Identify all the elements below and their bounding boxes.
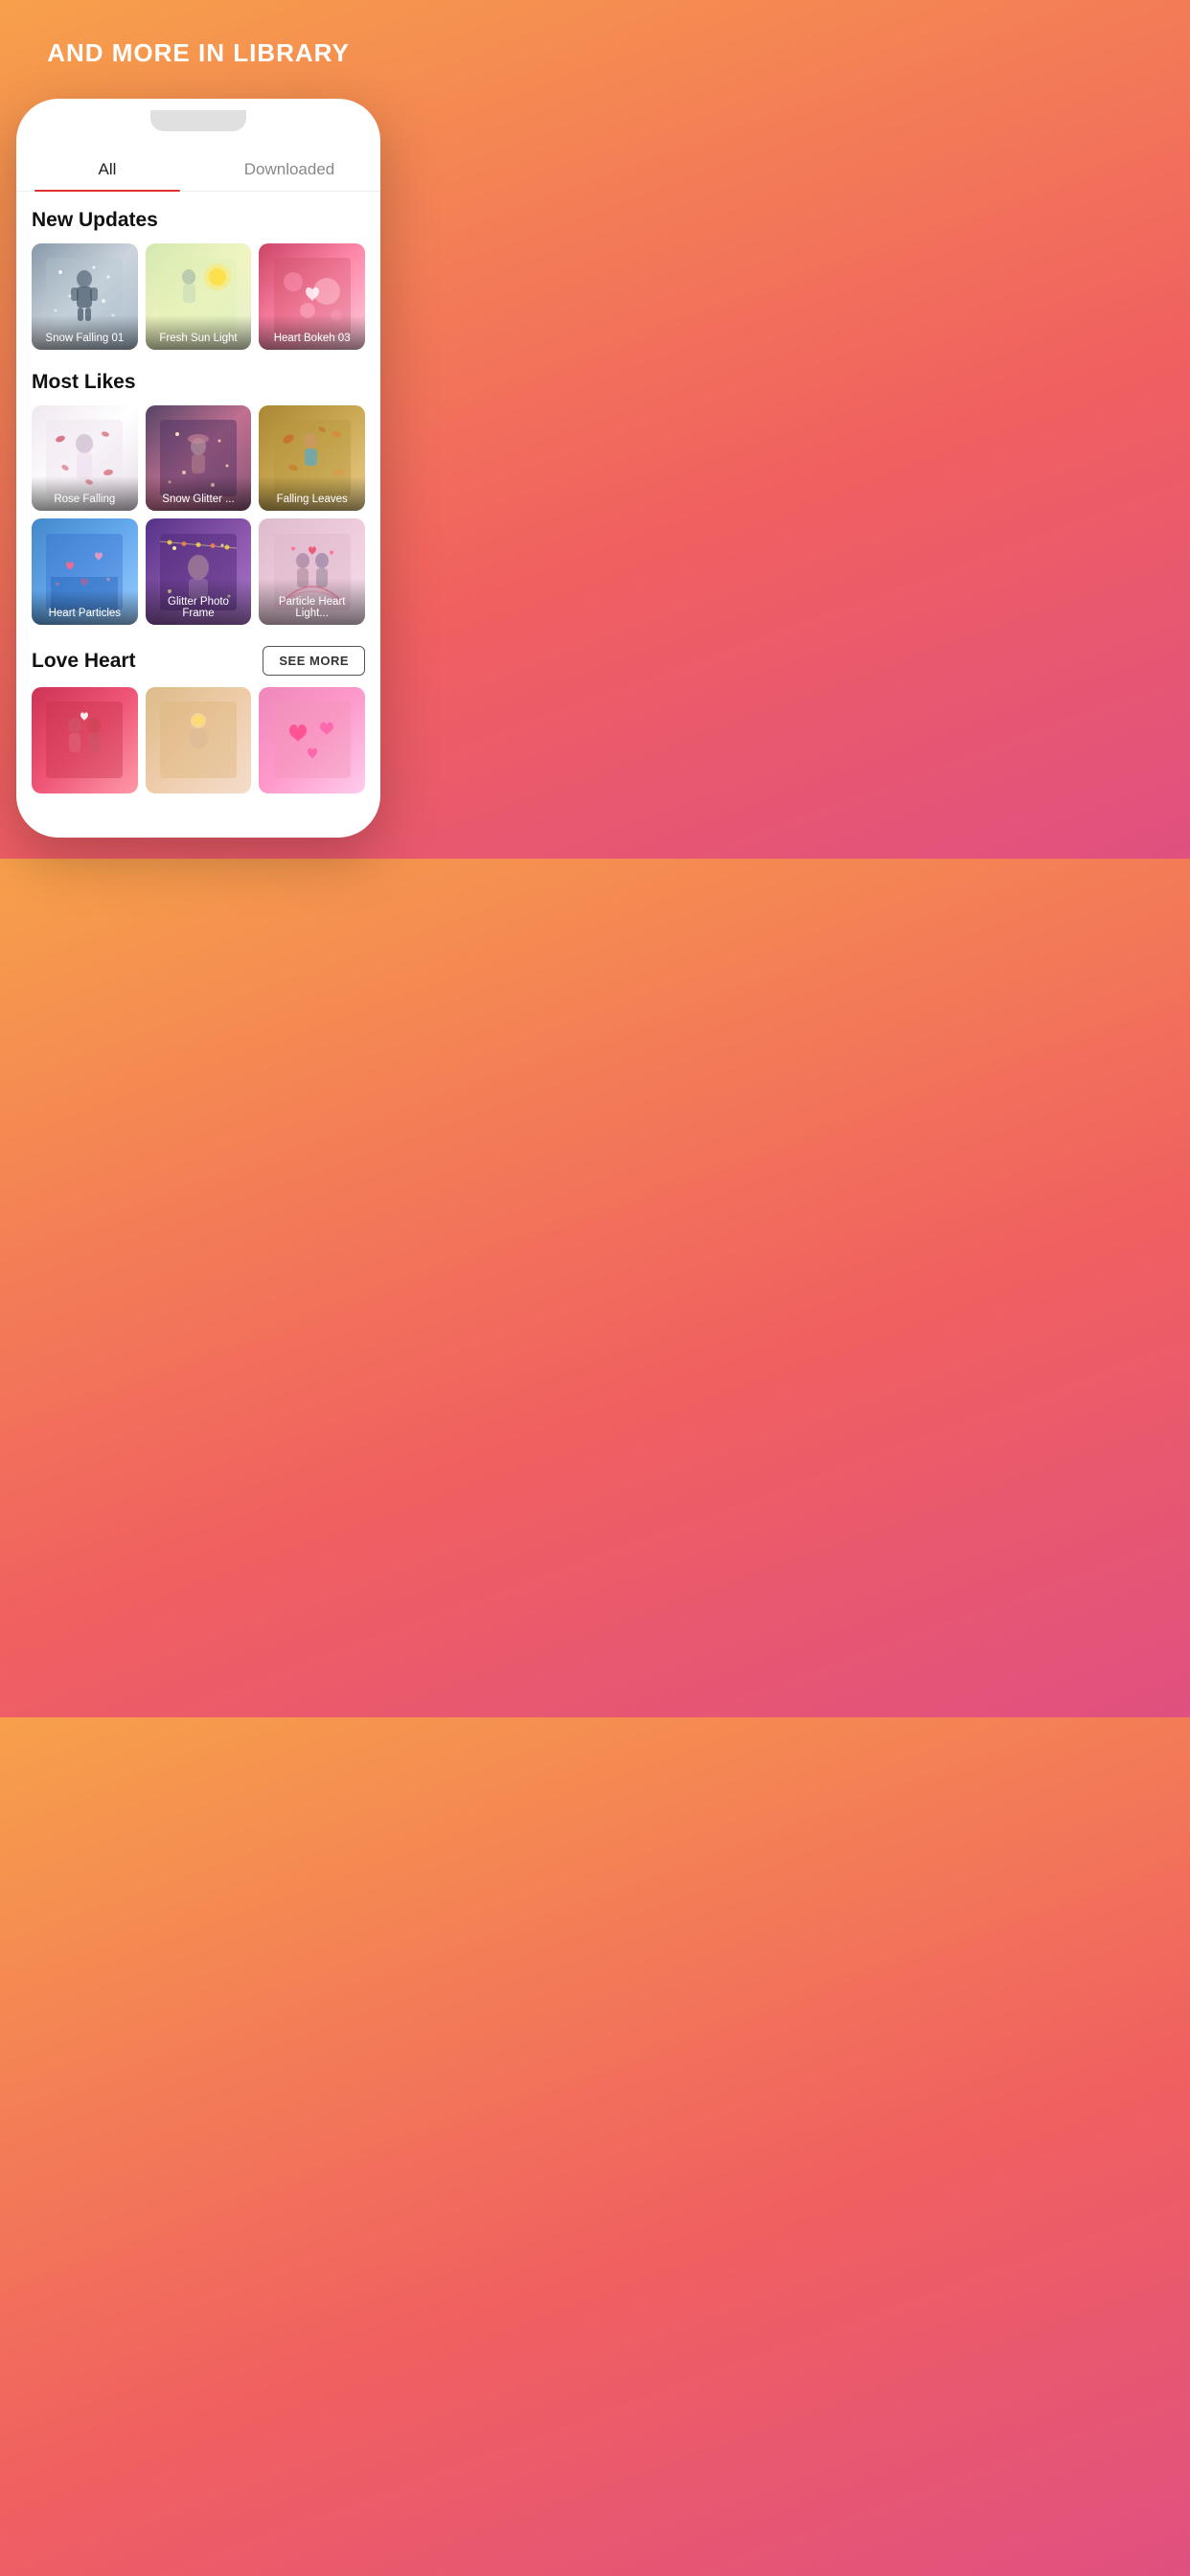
love-heart-title: Love Heart	[32, 650, 136, 673]
tab-downloaded[interactable]: Downloaded	[198, 147, 380, 191]
card-falling-leaves[interactable]: Falling Leaves	[259, 405, 365, 512]
card-glitter-photo-frame-label: Glitter Photo Frame	[146, 579, 252, 625]
tab-all[interactable]: All	[16, 147, 198, 191]
card-particle-heart-light[interactable]: Particle Heart Light...	[259, 518, 365, 625]
card-love-heart-2[interactable]	[146, 687, 252, 794]
card-fresh-sun-light[interactable]: Fresh Sun Light	[146, 243, 252, 350]
card-glitter-photo-frame[interactable]: Glitter Photo Frame	[146, 518, 252, 625]
card-snow-falling-01[interactable]: Snow Falling 01	[32, 243, 138, 350]
page-title: AND MORE IN LIBRARY	[28, 38, 369, 68]
card-love-heart-1[interactable]	[32, 687, 138, 794]
card-love-heart-1-figure	[32, 687, 138, 794]
most-likes-header: Most Likes	[32, 371, 365, 394]
card-love-heart-3[interactable]	[259, 687, 365, 794]
tab-bar: All Downloaded	[16, 147, 380, 192]
card-rose-falling[interactable]: Rose Falling	[32, 405, 138, 512]
love-heart-header: Love Heart SEE MORE	[32, 646, 365, 676]
card-fresh-sun-light-label: Fresh Sun Light	[146, 315, 252, 350]
most-likes-section: Most Likes	[32, 371, 365, 625]
card-snow-glitter-label: Snow Glitter ...	[146, 476, 252, 511]
notch-area	[16, 99, 380, 131]
new-updates-section: New Updates	[32, 209, 365, 350]
card-snow-falling-01-label: Snow Falling 01	[32, 315, 138, 350]
new-updates-header: New Updates	[32, 209, 365, 232]
card-heart-bokeh-03[interactable]: Heart Bokeh 03	[259, 243, 365, 350]
most-likes-grid: Rose Falling	[32, 405, 365, 625]
card-snow-glitter[interactable]: Snow Glitter ...	[146, 405, 252, 512]
most-likes-title: Most Likes	[32, 371, 136, 394]
phone-frame: All Downloaded New Updates	[16, 99, 380, 838]
card-falling-leaves-label: Falling Leaves	[259, 476, 365, 511]
card-love-heart-2-figure	[146, 687, 252, 794]
new-updates-grid: Snow Falling 01 Fr	[32, 243, 365, 350]
card-heart-particles-label: Heart Particles	[32, 590, 138, 625]
love-heart-grid	[32, 687, 365, 794]
love-heart-section: Love Heart SEE MORE	[32, 646, 365, 794]
card-particle-heart-light-label: Particle Heart Light...	[259, 579, 365, 625]
new-updates-title: New Updates	[32, 209, 158, 232]
card-heart-bokeh-03-label: Heart Bokeh 03	[259, 315, 365, 350]
notch	[150, 110, 246, 131]
see-more-button[interactable]: SEE MORE	[263, 646, 365, 676]
card-rose-falling-label: Rose Falling	[32, 476, 138, 511]
card-heart-particles[interactable]: Heart Particles	[32, 518, 138, 625]
card-love-heart-3-figure	[259, 687, 365, 794]
main-content: New Updates	[16, 192, 380, 794]
